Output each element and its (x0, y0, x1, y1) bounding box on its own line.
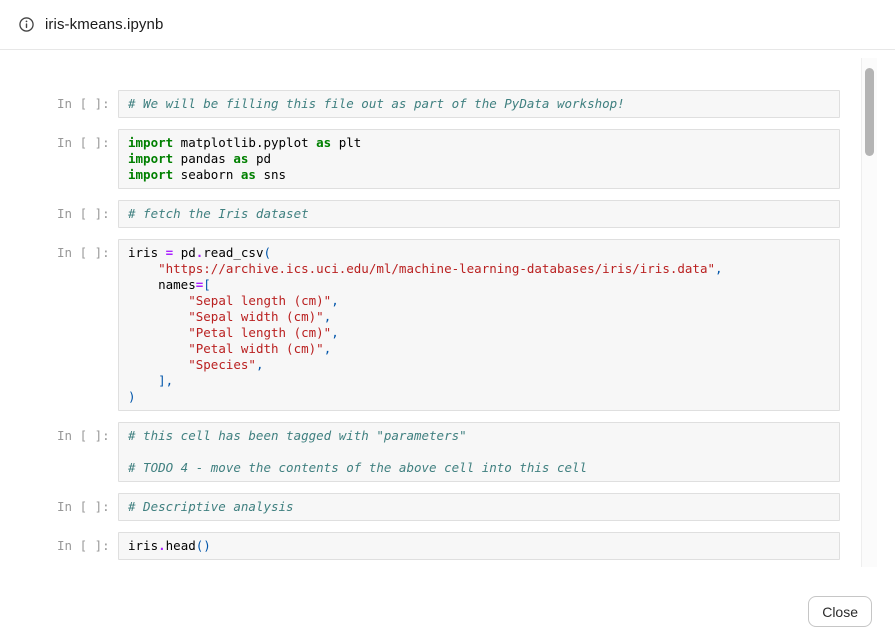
code-cell: import matplotlib.pyplot as plt import p… (118, 129, 840, 189)
notebook-scroll-area[interactable]: In [ ]: # We will be filling this file ou… (0, 51, 895, 570)
cell-prompt: In [ ]: (57, 493, 109, 514)
code-content: # fetch the Iris dataset (128, 206, 830, 222)
notebook-cell: In [ ]: iris.head() (57, 532, 840, 560)
code-cell: iris = pd.read_csv( "https://archive.ics… (118, 239, 840, 411)
scrollbar-track[interactable] (861, 58, 877, 567)
modal-title: iris-kmeans.ipynb (45, 16, 163, 33)
code-content: iris.head() (128, 538, 830, 554)
code-cell: # this cell has been tagged with "parame… (118, 422, 840, 482)
cell-prompt: In [ ]: (57, 532, 109, 553)
code-content: # Descriptive analysis (128, 499, 830, 515)
notebook-cell: In [ ]: # this cell has been tagged with … (57, 422, 840, 482)
cell-prompt: In [ ]: (57, 200, 109, 221)
cell-prompt: In [ ]: (57, 90, 109, 111)
notebook-cell: In [ ]: # Descriptive analysis (57, 493, 840, 521)
close-button[interactable]: Close (808, 596, 872, 627)
notebook-cell: In [ ]: # We will be filling this file ou… (57, 90, 840, 118)
cell-prompt: In [ ]: (57, 129, 109, 150)
notebook-cell: In [ ]: import matplotlib.pyplot as plt i… (57, 129, 840, 189)
notebook-preview-modal: iris-kmeans.ipynb In [ ]: # We will be fi… (0, 0, 895, 643)
cell-prompt: In [ ]: (57, 239, 109, 260)
code-content: import matplotlib.pyplot as plt import p… (128, 135, 830, 183)
notebook-cells: In [ ]: # We will be filling this file ou… (0, 51, 895, 570)
code-cell: # We will be filling this file out as pa… (118, 90, 840, 118)
notebook-cell: In [ ]: iris = pd.read_csv( "https://arch… (57, 239, 840, 411)
modal-footer: Close (0, 570, 895, 643)
code-content: # this cell has been tagged with "parame… (128, 428, 830, 476)
code-content: iris = pd.read_csv( "https://archive.ics… (128, 245, 830, 405)
notebook-cell: In [ ]: # fetch the Iris dataset (57, 200, 840, 228)
scrollbar-thumb[interactable] (865, 68, 874, 156)
code-cell: # Descriptive analysis (118, 493, 840, 521)
modal-header: iris-kmeans.ipynb (0, 0, 895, 50)
code-cell: iris.head() (118, 532, 840, 560)
code-cell: # fetch the Iris dataset (118, 200, 840, 228)
info-icon (19, 17, 34, 32)
code-content: # We will be filling this file out as pa… (128, 96, 830, 112)
cell-prompt: In [ ]: (57, 422, 109, 443)
